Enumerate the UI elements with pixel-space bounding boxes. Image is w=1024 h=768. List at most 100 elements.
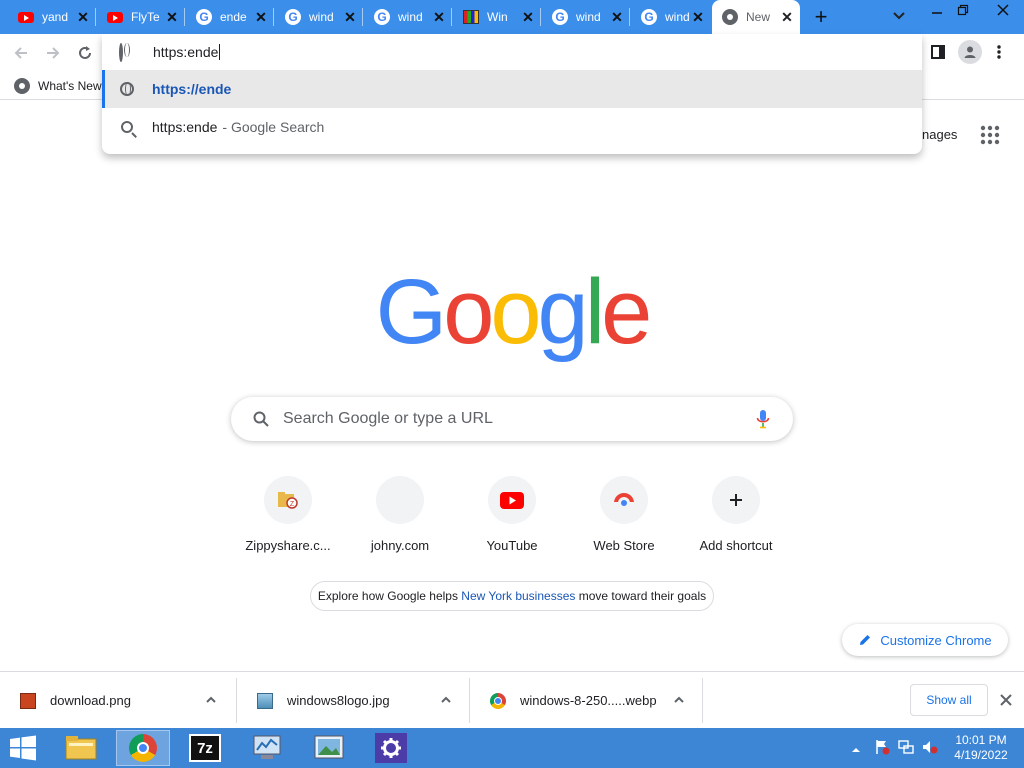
restore-button[interactable] xyxy=(946,0,980,24)
tab-strip: yand ✕ FlyTe ✕ G ende ✕ G wind ✕ G wind … xyxy=(0,0,1024,34)
shortcut-johny[interactable]: johny.com xyxy=(344,476,456,560)
reload-button[interactable] xyxy=(72,40,98,66)
youtube-icon xyxy=(488,476,536,524)
windows-taskbar: 7z 10:01 PM 4/19/2022 xyxy=(0,728,1024,768)
shortcut-add[interactable]: Add shortcut xyxy=(680,476,792,560)
shortcut-youtube[interactable]: YouTube xyxy=(456,476,568,560)
tray-overflow-chevron-icon[interactable] xyxy=(851,742,861,752)
suggestion-url[interactable]: https://ende xyxy=(102,70,922,108)
close-icon[interactable]: ✕ xyxy=(252,9,270,26)
photo-icon xyxy=(313,733,345,764)
image-file-icon xyxy=(257,692,273,709)
shortcut-label: Web Store xyxy=(593,538,655,553)
image-file-icon xyxy=(20,692,36,709)
close-icon[interactable]: ✕ xyxy=(430,9,448,26)
tab-title: yand xyxy=(42,10,69,24)
profile-avatar-icon[interactable] xyxy=(958,40,982,64)
customize-chrome-button[interactable]: Customize Chrome xyxy=(842,624,1008,656)
downloads-shelf: download.png windows8logo.jpg windows-8-… xyxy=(0,671,1024,728)
blank-site-icon xyxy=(376,476,424,524)
chrome-icon xyxy=(722,9,738,25)
tab-title: New xyxy=(746,10,771,24)
close-icon[interactable]: ✕ xyxy=(341,9,359,26)
apps-grid-icon[interactable] xyxy=(980,125,1000,145)
search-input[interactable]: Search Google or type a URL xyxy=(283,410,755,428)
google-icon: G xyxy=(552,9,568,25)
search-icon xyxy=(253,411,269,427)
close-icon[interactable]: ✕ xyxy=(519,9,537,26)
tab-1[interactable]: yand ✕ xyxy=(8,0,96,34)
back-button[interactable] xyxy=(8,40,34,66)
close-icon[interactable]: ✕ xyxy=(74,9,92,26)
chevron-up-icon[interactable] xyxy=(673,693,685,709)
close-icon[interactable]: ✕ xyxy=(163,9,181,26)
forward-button[interactable] xyxy=(40,40,66,66)
youtube-icon xyxy=(18,9,34,25)
tab-title: FlyTe xyxy=(131,10,160,24)
address-bar-input[interactable]: https:ende xyxy=(153,43,221,61)
suggestion-search[interactable]: https:ende - Google Search xyxy=(102,108,922,146)
tab-search-chevron-icon[interactable] xyxy=(888,6,910,28)
chevron-up-icon[interactable] xyxy=(440,693,452,709)
chrome-app[interactable] xyxy=(116,730,170,766)
side-panel-icon[interactable] xyxy=(930,44,946,60)
tab-6[interactable]: Win ✕ xyxy=(453,0,541,34)
gear-icon xyxy=(375,733,407,763)
clock[interactable]: 10:01 PM 4/19/2022 xyxy=(948,733,1014,765)
shortcut-zippyshare[interactable]: Z Zippyshare.c... xyxy=(232,476,344,560)
google-icon: G xyxy=(641,9,657,25)
tab-8[interactable]: G wind ✕ xyxy=(631,0,711,34)
tab-title: wind xyxy=(398,10,423,24)
photo-viewer-app[interactable] xyxy=(302,730,356,766)
close-window-button[interactable] xyxy=(982,0,1024,24)
settings-app[interactable] xyxy=(364,730,418,766)
file-explorer-app[interactable] xyxy=(54,730,108,766)
chevron-up-icon[interactable] xyxy=(205,693,217,709)
clock-date: 4/19/2022 xyxy=(954,748,1008,762)
tab-4[interactable]: G wind ✕ xyxy=(275,0,363,34)
action-center-flag-icon[interactable] xyxy=(874,739,890,755)
shortcut-label: YouTube xyxy=(486,538,538,553)
shortcut-label: Zippyshare.c... xyxy=(245,538,331,553)
7zip-app[interactable]: 7z xyxy=(178,730,232,766)
suggestion-search-text: https:ende xyxy=(152,119,218,135)
promo-link[interactable]: New York businesses xyxy=(461,589,575,603)
tab-new-tab-active[interactable]: New ✕ xyxy=(712,0,800,34)
show-all-button[interactable]: Show all xyxy=(910,684,988,716)
bookmark-label: What's New xyxy=(38,79,102,93)
bookmark-whats-new[interactable]: What's New xyxy=(14,76,102,96)
download-item-1[interactable]: download.png xyxy=(0,672,237,729)
close-icon[interactable]: ✕ xyxy=(778,9,796,26)
omnibox-dropdown: https:ende https://ende https:ende - Goo… xyxy=(102,34,922,154)
shortcut-web-store[interactable]: Web Store xyxy=(568,476,680,560)
download-filename: windows-8-250.....webp xyxy=(520,693,657,708)
close-icon[interactable]: ✕ xyxy=(689,9,707,26)
tab-title: wind xyxy=(576,10,601,24)
tab-3[interactable]: G ende ✕ xyxy=(186,0,274,34)
download-item-3[interactable]: windows-8-250.....webp xyxy=(470,672,703,729)
start-button[interactable] xyxy=(8,734,38,762)
images-link[interactable]: nages xyxy=(922,127,957,142)
chrome-icon xyxy=(14,78,30,94)
tab-7[interactable]: G wind ✕ xyxy=(542,0,630,34)
omnibox-input-row: https:ende xyxy=(102,34,922,70)
shortcut-label: Add shortcut xyxy=(699,538,773,553)
voice-search-mic-icon[interactable] xyxy=(755,409,771,429)
network-monitor-app[interactable] xyxy=(240,730,294,766)
volume-muted-icon[interactable] xyxy=(922,739,938,755)
search-box[interactable]: Search Google or type a URL xyxy=(231,397,793,441)
address-bar-value: https:ende xyxy=(153,44,219,60)
close-downloads-icon[interactable] xyxy=(999,693,1013,707)
google-icon: G xyxy=(374,9,390,25)
tab-2[interactable]: FlyTe ✕ xyxy=(97,0,185,34)
promo-banner: Explore how Google helps New York busine… xyxy=(310,581,714,611)
google-icon: G xyxy=(285,9,301,25)
suggestion-url-text: https://ende xyxy=(152,81,232,97)
network-icon[interactable] xyxy=(898,739,914,755)
tab-5[interactable]: G wind ✕ xyxy=(364,0,452,34)
new-tab-button[interactable]: + xyxy=(808,4,834,30)
close-icon[interactable]: ✕ xyxy=(608,9,626,26)
menu-kebab-icon[interactable] xyxy=(996,44,1004,62)
download-item-2[interactable]: windows8logo.jpg xyxy=(237,672,470,729)
suggestion-search-suffix: - Google Search xyxy=(222,119,325,135)
